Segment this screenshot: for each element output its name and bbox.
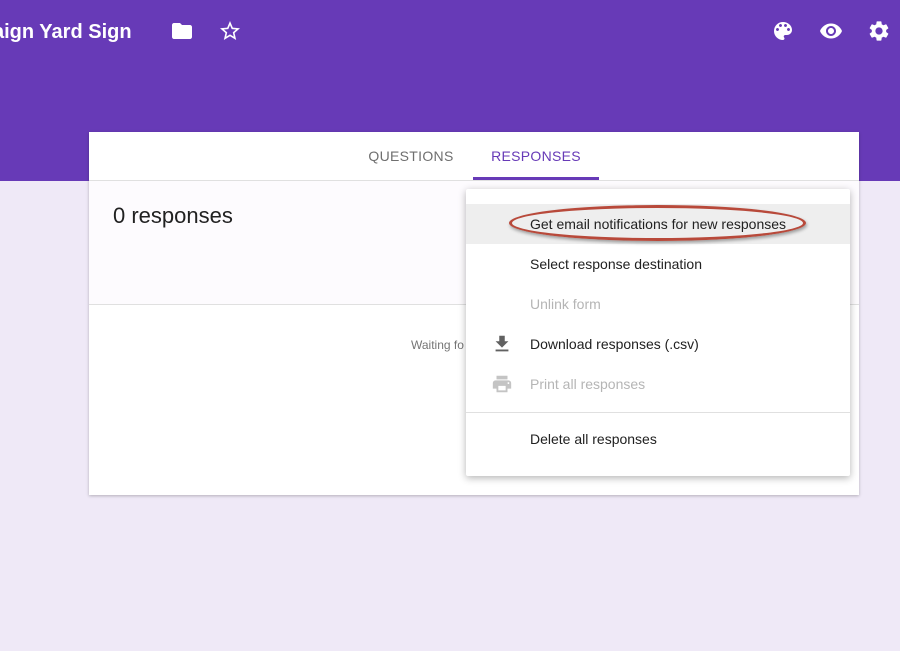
tab-questions[interactable]: QUESTIONS xyxy=(351,132,471,180)
menu-item-select-destination[interactable]: Select response destination xyxy=(466,244,850,284)
menu-item-label: Get email notifications for new response… xyxy=(530,216,787,232)
form-title[interactable]: mpaign Yard Sign xyxy=(0,18,132,46)
tab-responses[interactable]: RESPONSES xyxy=(473,132,599,180)
menu-item-unlink-form: Unlink form xyxy=(466,284,850,324)
menu-divider xyxy=(466,412,850,413)
menu-item-label: Print all responses xyxy=(530,376,646,392)
star-outline-icon[interactable] xyxy=(217,18,243,44)
menu-item-delete-all[interactable]: Delete all responses xyxy=(466,419,850,459)
menu-item-label: Select response destination xyxy=(530,256,702,272)
palette-icon[interactable] xyxy=(770,18,796,44)
waiting-message: Waiting fo xyxy=(411,338,464,352)
gear-icon[interactable] xyxy=(866,18,892,44)
menu-item-email-notifications[interactable]: Get email notifications for new response… xyxy=(466,204,850,244)
eye-icon[interactable] xyxy=(818,18,844,44)
menu-item-label: Unlink form xyxy=(530,296,601,312)
folder-icon[interactable] xyxy=(169,18,195,44)
menu-item-label: Delete all responses xyxy=(530,431,657,447)
download-icon xyxy=(490,332,514,356)
menu-item-download-csv[interactable]: Download responses (.csv) xyxy=(466,324,850,364)
printer-icon xyxy=(490,372,514,396)
menu-item-label: Download responses (.csv) xyxy=(530,336,699,352)
response-count: 0 responses xyxy=(113,203,233,228)
responses-more-menu: Get email notifications for new response… xyxy=(466,189,850,476)
menu-item-print-all: Print all responses xyxy=(466,364,850,404)
